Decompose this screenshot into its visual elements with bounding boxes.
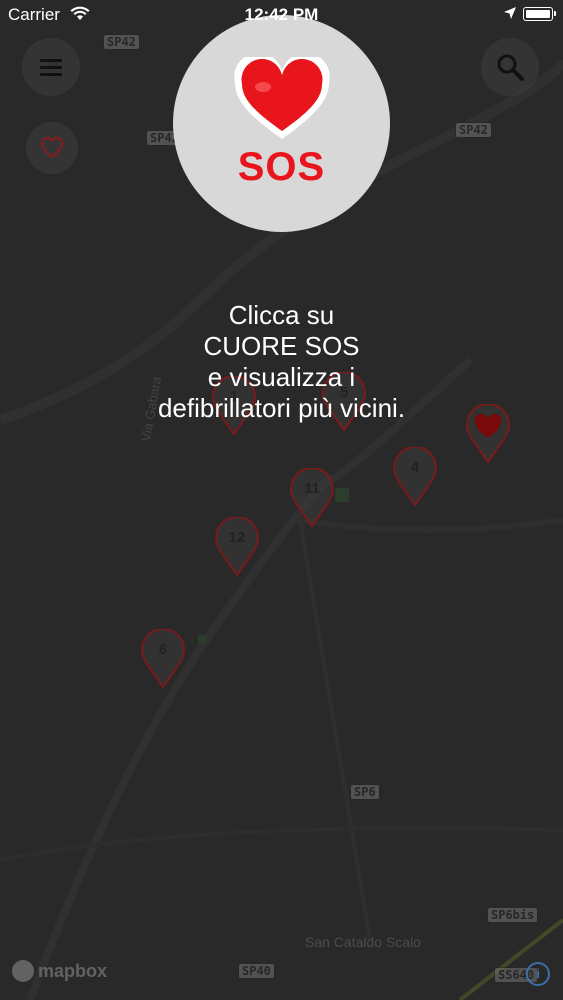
cluster-pin[interactable]: 12 <box>215 517 259 577</box>
instruction-line: Clicca su <box>228 300 335 330</box>
instruction-line: defibrillatori più vicini. <box>157 393 406 423</box>
cluster-count: 6 <box>158 641 168 658</box>
battery-icon <box>523 7 556 21</box>
favorites-button[interactable] <box>26 122 78 174</box>
road-label: SP40 <box>238 963 275 979</box>
sos-button[interactable]: SOS <box>173 15 390 232</box>
defibrillator-pin[interactable] <box>466 404 510 464</box>
info-icon[interactable]: i <box>526 962 550 986</box>
menu-button[interactable] <box>22 38 80 96</box>
road-label: SP42 <box>103 34 140 50</box>
mapbox-attribution: mapbox <box>38 960 108 981</box>
mapbox-icon <box>12 960 34 982</box>
pin-marker-icon <box>141 629 185 689</box>
heart-outline-icon <box>40 137 64 159</box>
search-button[interactable] <box>481 38 539 96</box>
road-label: SP6bis <box>487 907 539 923</box>
status-bar: Carrier 12:42 PM <box>0 0 563 30</box>
cluster-pin[interactable]: 6 <box>141 629 185 689</box>
pin-marker-icon <box>215 517 259 577</box>
road-label: SP42 <box>455 122 492 138</box>
sos-label: SOS <box>237 145 326 189</box>
heart-pin-icon <box>466 404 510 464</box>
mapbox-logo: mapbox <box>12 960 107 982</box>
cluster-count: 11 <box>304 480 320 497</box>
cluster-count: 12 <box>228 529 246 546</box>
road-label: SP6 <box>350 784 380 800</box>
cluster-count: 4 <box>410 459 420 476</box>
location-arrow-icon <box>504 7 516 19</box>
pin-marker-icon <box>290 468 334 528</box>
heart-icon <box>234 57 330 139</box>
instruction-line: CUORE SOS <box>203 331 360 361</box>
search-icon <box>497 54 524 81</box>
cluster-pin[interactable]: 11 <box>290 468 334 528</box>
hamburger-icon <box>40 55 62 80</box>
instruction-line: e visualizza i <box>207 362 356 392</box>
place-label: San Cataldo Scalo <box>305 934 421 950</box>
cluster-pin[interactable]: 4 <box>393 447 437 507</box>
instruction-text: Clicca su CUORE SOS e visualizza i defib… <box>120 300 443 424</box>
pin-marker-icon <box>393 447 437 507</box>
clock: 12:42 PM <box>244 5 319 24</box>
